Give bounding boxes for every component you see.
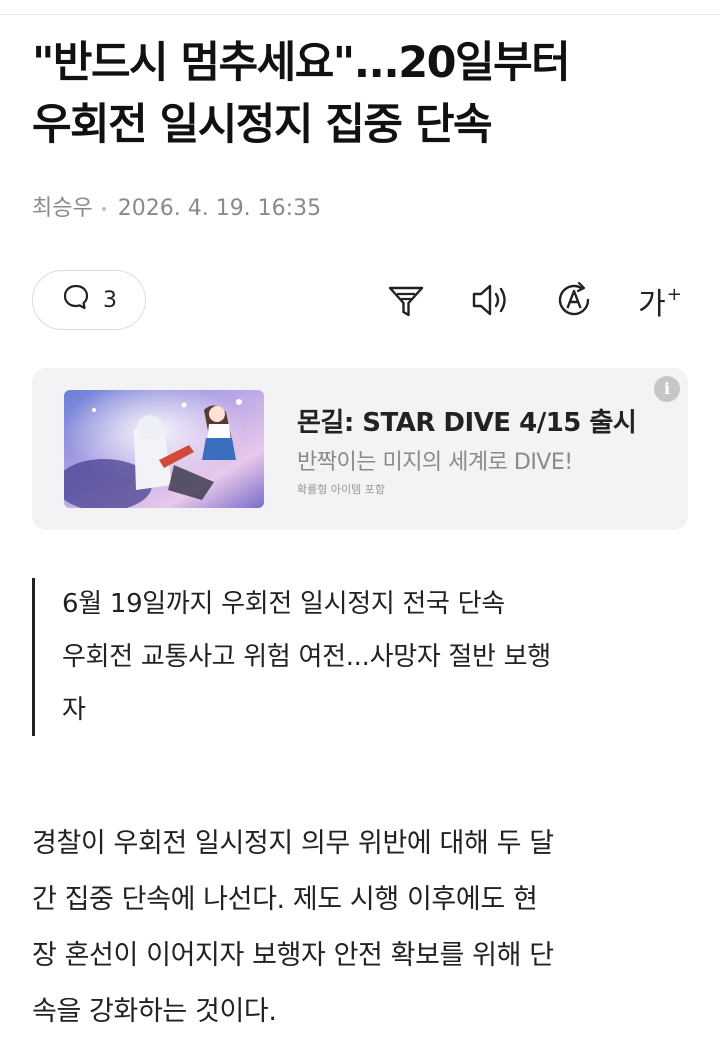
body-line-2: 간 집중 단속에 나선다. 제도 시행 이후에도 현 xyxy=(32,884,538,915)
ad-subtitle[interactable]: 반짝이는 미지의 세계로 DIVE! xyxy=(297,444,573,476)
translate-icon xyxy=(553,279,595,321)
ad-title[interactable]: 몬길: STAR DIVE 4/15 출시 xyxy=(297,402,637,439)
comment-count: 3 xyxy=(103,287,117,313)
author-name[interactable]: 최승우 xyxy=(32,196,93,221)
headline-line-1: "반드시 멈추세요"...20일부터 xyxy=(32,38,571,88)
font-size-plus: + xyxy=(666,284,682,305)
ad-banner[interactable]: 몬길: STAR DIVE 4/15 출시 반짝이는 미지의 세계로 DIVE!… xyxy=(32,368,688,530)
font-size-label: 가 xyxy=(638,287,666,322)
top-divider xyxy=(0,14,720,15)
body-line-1: 경찰이 우회전 일시정지 의무 위반에 대해 두 달 xyxy=(32,828,554,859)
summary-line-2: 우회전 교통사고 위험 여전...사망자 절반 보행 xyxy=(62,642,551,672)
separator-dot xyxy=(101,207,106,211)
summary-line-3: 자 xyxy=(62,695,86,725)
font-size-icon: 가+ xyxy=(638,273,682,327)
article-summary: 6월 19일까지 우회전 일시정지 전국 단속 우회전 교통사고 위험 여전..… xyxy=(32,578,702,736)
body-line-3: 장 혼선이 이어지자 보행자 안전 확보를 위해 단 xyxy=(32,940,554,971)
comment-icon xyxy=(61,282,91,318)
listen-button[interactable] xyxy=(468,278,512,322)
summary-button[interactable] xyxy=(384,278,428,322)
font-size-button[interactable]: 가+ xyxy=(636,278,684,322)
ad-note: 확률형 아이템 포함 xyxy=(297,483,385,496)
byline: 최승우 2026. 4. 19. 16:35 xyxy=(32,190,321,222)
comment-button[interactable]: 3 xyxy=(32,270,146,330)
translate-button[interactable] xyxy=(552,278,596,322)
speaker-icon xyxy=(469,280,511,320)
body-line-4: 속을 강화하는 것이다. xyxy=(32,996,277,1027)
publish-datetime: 2026. 4. 19. 16:35 xyxy=(117,196,322,221)
summary-line-1: 6월 19일까지 우회전 일시정지 전국 단속 xyxy=(62,589,505,619)
ad-image[interactable] xyxy=(64,390,264,508)
ad-info-icon[interactable]: i xyxy=(654,376,680,402)
article-headline: "반드시 멈추세요"...20일부터 우회전 일시정지 집중 단속 xyxy=(32,32,692,156)
article-body: 경찰이 우회전 일시정지 의무 위반에 대해 두 달 간 집중 단속에 나선다.… xyxy=(32,816,702,1040)
summary-icon xyxy=(386,280,426,320)
headline-line-2: 우회전 일시정지 집중 단속 xyxy=(32,100,493,150)
